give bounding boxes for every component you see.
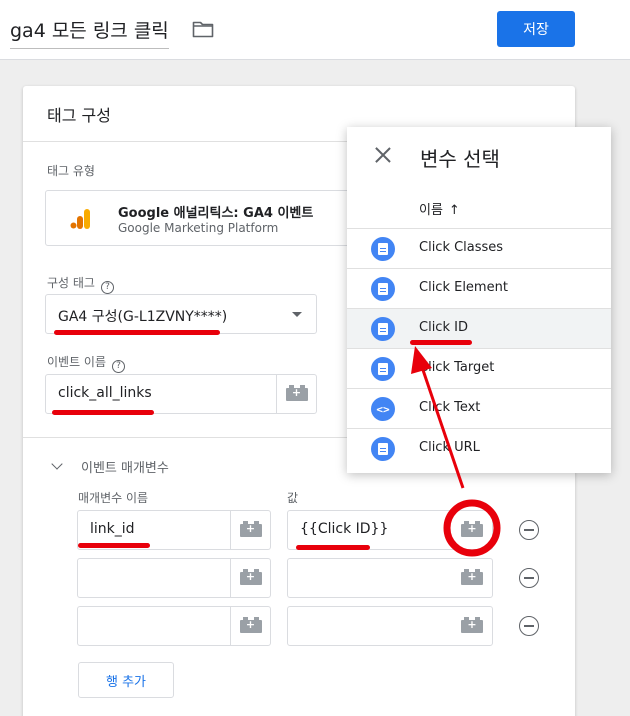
variable-item-click-text[interactable]: <> Click Text — [347, 388, 611, 428]
document-icon — [371, 277, 395, 301]
param-value-input[interactable]: + — [287, 558, 493, 598]
name-column-header[interactable]: 이름 ↑ — [419, 199, 460, 218]
document-icon — [371, 237, 395, 261]
annotation-underline — [410, 340, 472, 345]
help-icon[interactable]: ? — [100, 281, 114, 294]
param-value-input[interactable]: {{Click ID}} + — [287, 510, 493, 550]
annotation-underline — [52, 410, 154, 415]
annotation-underline — [78, 543, 150, 548]
tag-name-field[interactable]: ga4 모든 링크 클릭 — [10, 16, 169, 49]
tag-type-label: 태그 유형 — [47, 164, 95, 178]
variable-list: Click Classes Click Element Click ID Cli… — [347, 228, 611, 468]
variable-picker-button[interactable]: + — [452, 511, 492, 549]
tag-type-name: Google 애널리틱스: GA4 이벤트 — [118, 206, 314, 221]
sort-arrow-icon: ↑ — [448, 203, 460, 218]
variable-item-click-classes[interactable]: Click Classes — [347, 228, 611, 268]
google-analytics-icon — [70, 209, 90, 229]
variable-label: Click Target — [419, 360, 495, 375]
document-icon — [371, 317, 395, 341]
panel-title: 변수 선택 — [420, 147, 500, 171]
code-icon: <> — [371, 397, 395, 421]
config-tag-value: GA4 구성(G-L1ZVNY****) — [58, 309, 228, 325]
variable-picker-button[interactable]: + — [230, 607, 270, 645]
variable-brick-icon: + — [285, 384, 308, 401]
variable-selector-panel: 변수 선택 이름 ↑ Click Classes Click Element Cl… — [347, 127, 611, 473]
variable-label: Click Text — [419, 400, 481, 415]
card-title: 태그 구성 — [47, 106, 111, 125]
add-row-button[interactable]: 행 추가 — [78, 662, 174, 698]
config-tag-select[interactable]: GA4 구성(G-L1ZVNY****) — [45, 294, 317, 334]
variable-label: Click ID — [419, 320, 468, 335]
event-name-label-text: 이벤트 이름 — [47, 355, 107, 369]
event-name-label: 이벤트 이름? — [47, 353, 126, 373]
param-value-input[interactable]: + — [287, 606, 493, 646]
dropdown-arrow-icon — [292, 312, 302, 317]
remove-row-icon[interactable] — [519, 568, 539, 588]
config-tag-label: 구성 태그? — [47, 274, 114, 294]
document-icon — [371, 437, 395, 461]
variable-brick-icon: + — [461, 568, 483, 585]
variable-label: Click Classes — [419, 240, 504, 255]
variable-brick-icon: + — [461, 520, 483, 537]
variable-item-click-id[interactable]: Click ID — [347, 308, 611, 348]
event-name-input[interactable]: click_all_links + — [45, 374, 317, 414]
variable-picker-button[interactable]: + — [230, 511, 270, 549]
annotation-underline — [54, 330, 220, 335]
variable-picker-button[interactable]: + — [452, 559, 492, 597]
save-button[interactable]: 저장 — [497, 11, 575, 47]
param-name-input[interactable]: + — [77, 606, 271, 646]
folder-icon[interactable] — [192, 20, 214, 38]
variable-brick-icon: + — [239, 568, 262, 585]
variable-item-click-target[interactable]: Click Target — [347, 348, 611, 388]
param-name-value: link_id — [90, 521, 135, 537]
variable-brick-icon: + — [239, 520, 262, 537]
param-value-value: {{Click ID}} — [300, 521, 389, 537]
name-column-label: 이름 — [419, 203, 443, 218]
top-bar: ga4 모든 링크 클릭 저장 — [0, 0, 630, 60]
variable-brick-icon: + — [239, 616, 262, 633]
value-header: 값 — [287, 491, 299, 505]
variable-label: Click Element — [419, 280, 508, 295]
param-name-input[interactable]: + — [77, 558, 271, 598]
tag-type-selector[interactable]: Google 애널리틱스: GA4 이벤트 Google Marketing P… — [45, 190, 365, 246]
help-icon[interactable]: ? — [112, 360, 126, 373]
remove-row-icon[interactable] — [519, 520, 539, 540]
event-params-section-title[interactable]: 이벤트 매개변수 — [81, 457, 169, 476]
variable-picker-button[interactable]: + — [276, 375, 316, 413]
annotation-underline — [296, 545, 370, 550]
variable-item-click-element[interactable]: Click Element — [347, 268, 611, 308]
chevron-down-icon[interactable] — [51, 458, 63, 470]
variable-label: Click URL — [419, 440, 480, 455]
variable-item-click-url[interactable]: Click URL — [347, 428, 611, 468]
event-name-value: click_all_links — [58, 385, 152, 401]
remove-row-icon[interactable] — [519, 616, 539, 636]
variable-picker-button[interactable]: + — [452, 607, 492, 645]
document-icon — [371, 357, 395, 381]
variable-brick-icon: + — [461, 616, 483, 633]
tag-type-subtitle: Google Marketing Platform — [118, 221, 279, 235]
variable-picker-button[interactable]: + — [230, 559, 270, 597]
close-icon[interactable] — [375, 147, 391, 163]
param-name-header: 매개변수 이름 — [78, 491, 149, 505]
config-tag-label-text: 구성 태그 — [47, 276, 95, 290]
